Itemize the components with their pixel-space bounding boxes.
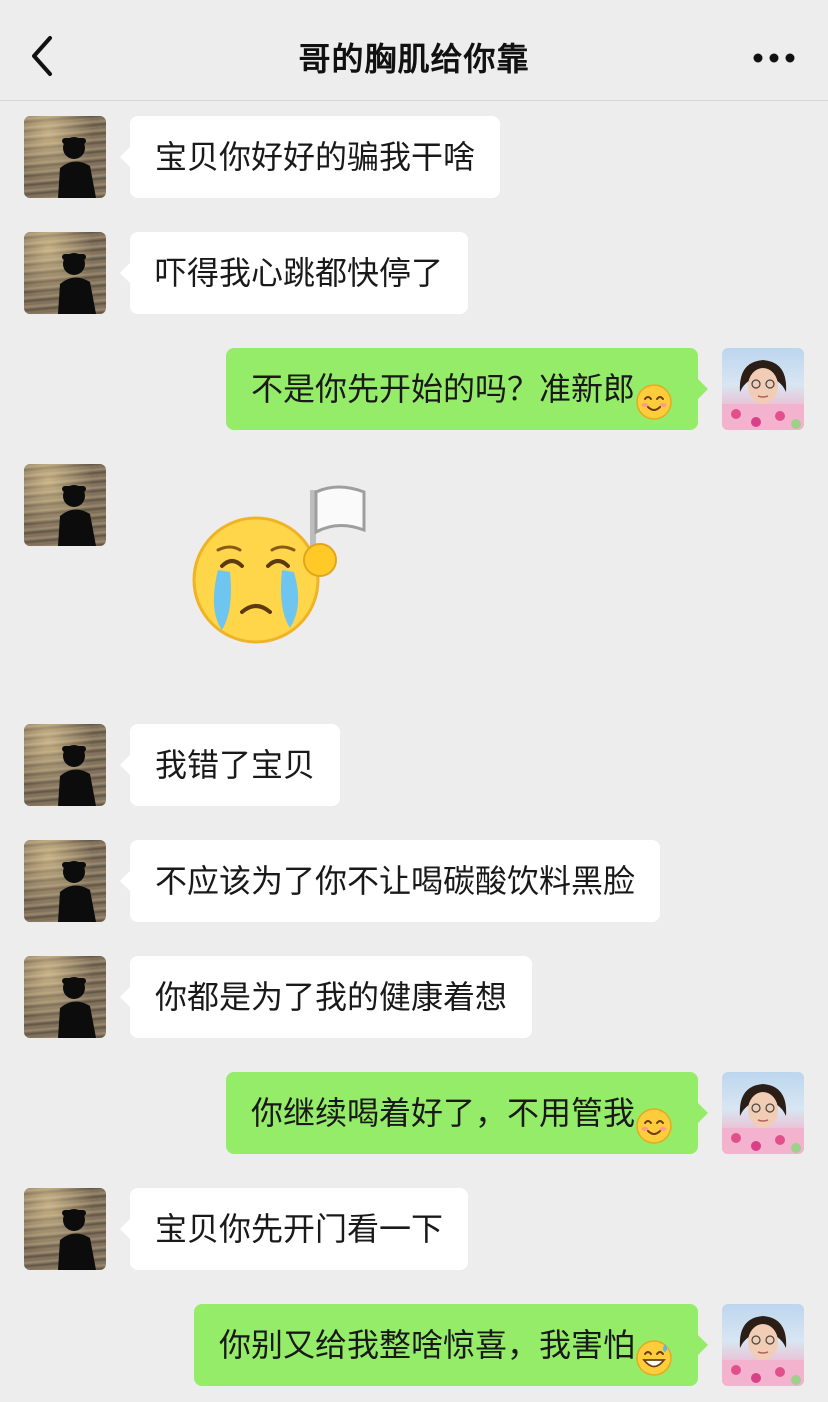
- more-button[interactable]: [748, 40, 800, 76]
- woman-portrait-icon: [722, 1084, 804, 1154]
- man-silhouette-icon: [58, 485, 96, 546]
- grinning-sweat-emoji-icon: [635, 1325, 673, 1376]
- chat-header: 哥的胸肌给你靠: [0, 0, 828, 101]
- message-text: 你都是为了我的健康着想: [155, 978, 508, 1016]
- message-text: 你别又给我整啥惊喜，我害怕: [218, 1326, 635, 1364]
- incoming-message-bubble[interactable]: 吓得我心跳都快停了: [119, 232, 469, 314]
- contact-avatar[interactable]: [24, 1188, 106, 1270]
- sticker-message[interactable]: [188, 480, 388, 660]
- my-avatar[interactable]: [722, 1304, 804, 1386]
- incoming-message-bubble[interactable]: 宝贝你先开门看一下: [119, 1188, 469, 1270]
- more-dots-icon: [748, 53, 800, 80]
- message-text: 我错了宝贝: [155, 746, 316, 784]
- man-silhouette-icon: [58, 745, 96, 806]
- man-silhouette-icon: [58, 861, 96, 922]
- my-avatar[interactable]: [722, 1072, 804, 1154]
- contact-avatar[interactable]: [24, 232, 106, 314]
- contact-avatar[interactable]: [24, 724, 106, 806]
- chat-screen: 哥的胸肌给你靠 宝贝你好好的骗我干啥 吓得我心跳都快停了 不是你先开始的吗？准新…: [0, 0, 828, 1402]
- woman-portrait-icon: [722, 1316, 804, 1386]
- message-text: 宝贝你好好的骗我干啥: [155, 138, 476, 176]
- chat-title: 哥的胸肌给你靠: [298, 40, 530, 78]
- incoming-message-bubble[interactable]: 不应该为了你不让喝碳酸饮料黑脸: [119, 840, 661, 922]
- outgoing-message-bubble[interactable]: 你别又给我整啥惊喜，我害怕: [193, 1304, 709, 1386]
- outgoing-message-bubble[interactable]: 不是你先开始的吗？准新郎: [225, 348, 709, 430]
- man-silhouette-icon: [58, 137, 96, 198]
- my-avatar[interactable]: [722, 348, 804, 430]
- message-text: 宝贝你先开门看一下: [155, 1210, 444, 1248]
- message-text: 不是你先开始的吗？准新郎: [250, 370, 635, 408]
- incoming-message-bubble[interactable]: 宝贝你好好的骗我干啥: [119, 116, 501, 198]
- incoming-message-bubble[interactable]: 你都是为了我的健康着想: [119, 956, 533, 1038]
- contact-avatar[interactable]: [24, 956, 106, 1038]
- contact-avatar[interactable]: [24, 464, 106, 546]
- man-silhouette-icon: [58, 977, 96, 1038]
- smiling-face-emoji-icon: [635, 369, 673, 420]
- message-text: 吓得我心跳都快停了: [155, 254, 444, 292]
- man-silhouette-icon: [58, 253, 96, 314]
- smiling-face-emoji-icon: [635, 1093, 673, 1144]
- contact-avatar[interactable]: [24, 116, 106, 198]
- crying-face-white-flag-sticker-icon: [192, 485, 366, 644]
- incoming-message-bubble[interactable]: 我错了宝贝: [119, 724, 341, 806]
- message-text: 不应该为了你不让喝碳酸饮料黑脸: [155, 862, 636, 900]
- outgoing-message-bubble[interactable]: 你继续喝着好了，不用管我: [225, 1072, 709, 1154]
- message-text: 你继续喝着好了，不用管我: [250, 1094, 635, 1132]
- contact-avatar[interactable]: [24, 840, 106, 922]
- man-silhouette-icon: [58, 1209, 96, 1270]
- woman-portrait-icon: [722, 360, 804, 430]
